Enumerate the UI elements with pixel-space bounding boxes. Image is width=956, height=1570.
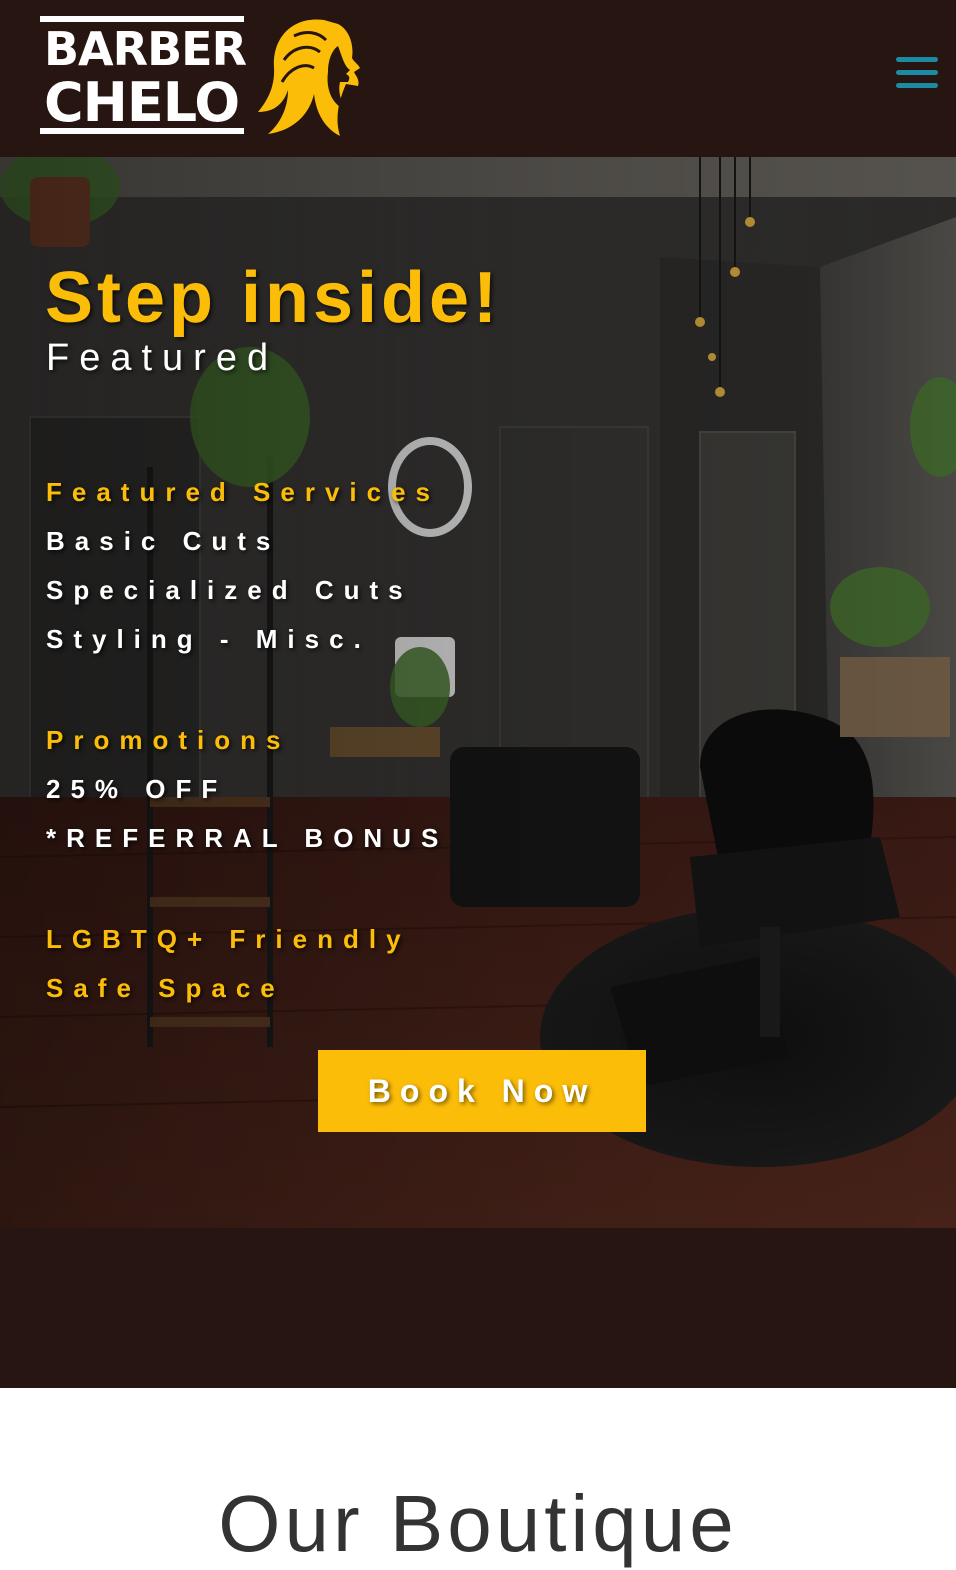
hero-subtitle: Featured (46, 337, 279, 379)
badge-safe-space: Safe Space (46, 973, 285, 1003)
boutique-section-title: Our Boutique (218, 1479, 738, 1568)
book-now-label: Book Now (367, 1072, 597, 1109)
hero-title: Step inside! (45, 258, 502, 338)
woman-silhouette-icon (258, 19, 360, 136)
logo-rule-bottom (40, 128, 244, 134)
featured-services-heading: Featured Services (46, 477, 441, 507)
menu-bar-3 (896, 83, 938, 88)
logo-line-2: CHELO (44, 71, 240, 134)
promotions-heading: Promotions (46, 725, 291, 755)
menu-bar-2 (896, 70, 938, 75)
promotion-item: *REFERRAL BONUS (46, 823, 449, 853)
book-now-button[interactable]: Book Now (318, 1050, 646, 1132)
badge-lgbtq-friendly: LGBTQ+ Friendly (46, 924, 411, 954)
promotion-item: 25% OFF (46, 774, 228, 804)
hamburger-menu-icon[interactable] (896, 57, 940, 91)
logo-wordmark: BARBER CHELO (40, 16, 247, 134)
service-item: Basic Cuts (46, 526, 281, 556)
menu-bar-1 (896, 57, 938, 62)
site-header: BARBER CHELO (0, 0, 956, 157)
brand-logo[interactable]: BARBER CHELO (40, 16, 370, 138)
service-item: Styling - Misc. (46, 624, 371, 654)
section-divider-band (0, 1228, 956, 1388)
service-item: Specialized Cuts (46, 575, 413, 605)
logo-line-1: BARBER (44, 22, 247, 76)
hero-section: Step inside! Featured Featured Services … (0, 157, 956, 1228)
